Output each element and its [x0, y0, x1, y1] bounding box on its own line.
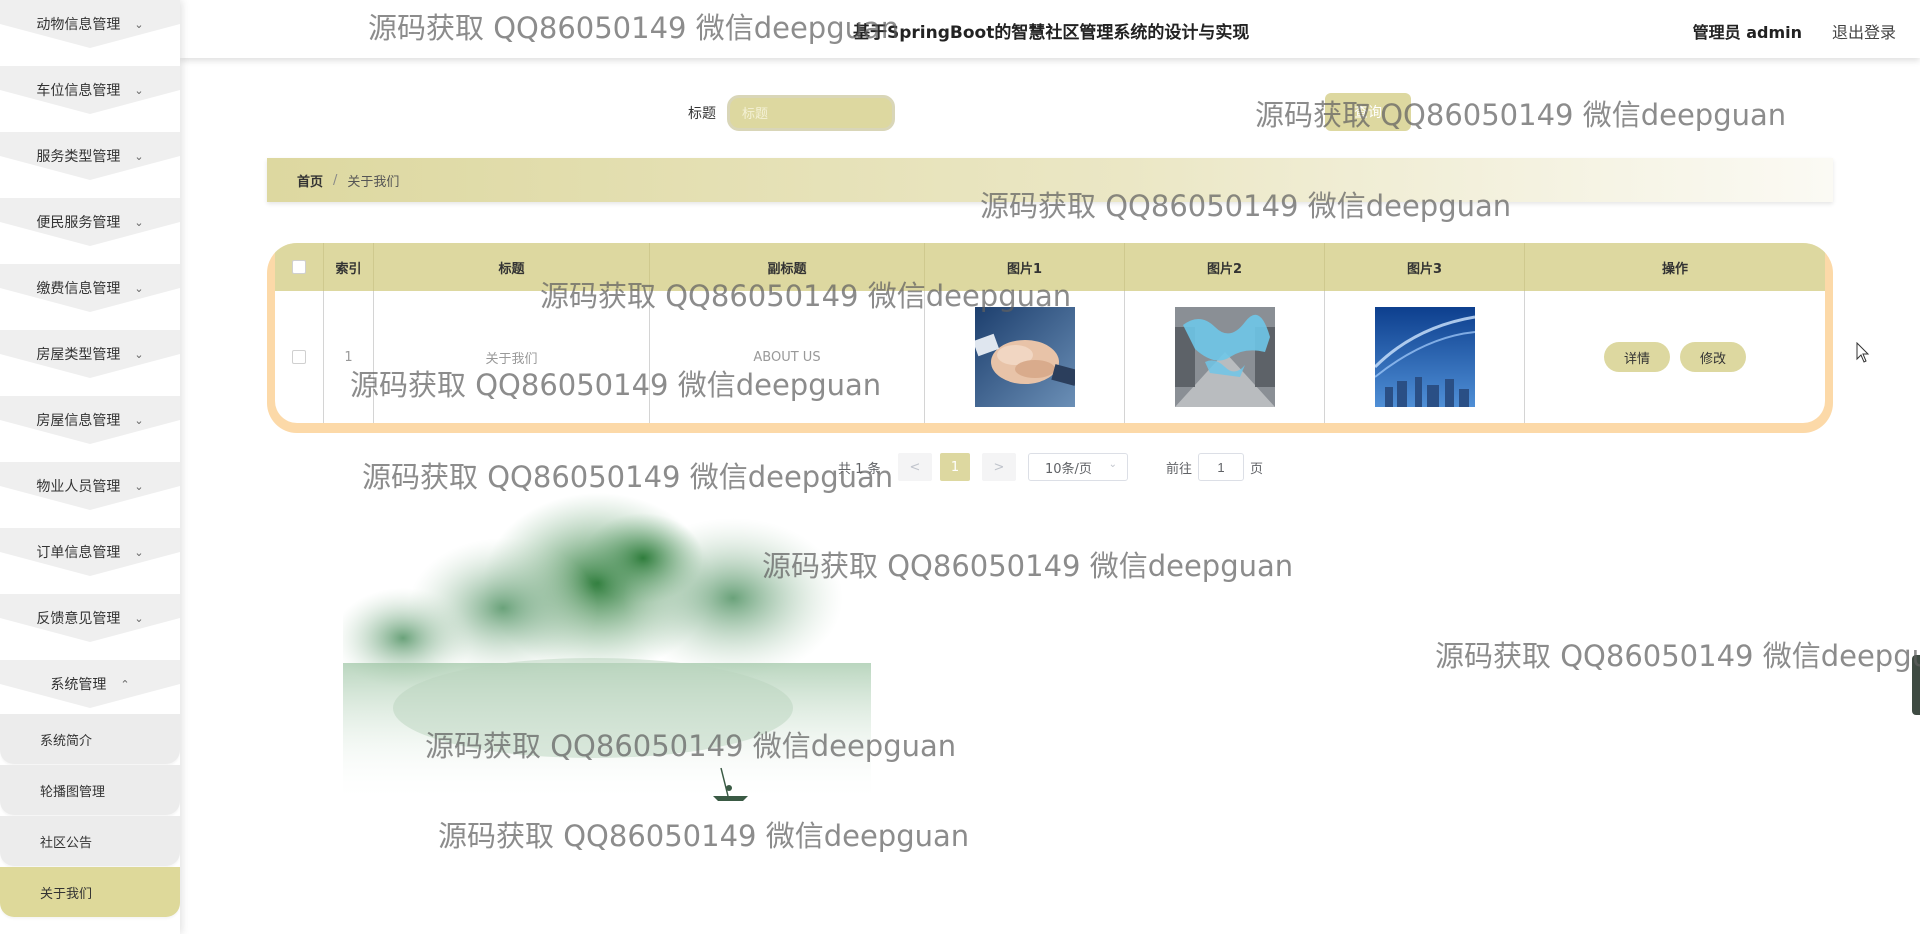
breadcrumb-home[interactable]: 首页 [297, 171, 323, 190]
submenu-item-label: 关于我们 [40, 886, 93, 902]
chevron-down-icon: ⌄ [134, 17, 144, 31]
menu-item-service-type[interactable]: 服务类型管理 ⌄ [0, 132, 180, 180]
current-user: 管理员 admin [1692, 23, 1802, 42]
menu-item-label: 缴费信息管理 [36, 281, 121, 297]
detail-button[interactable]: 详情 [1603, 342, 1670, 372]
watermark: 源码获取 QQ86050149 微信deepguan [438, 819, 970, 853]
menu-item-convenience-service[interactable]: 便民服务管理 ⌄ [0, 198, 180, 246]
submenu-item-about-us[interactable]: 关于我们 [0, 867, 180, 917]
menu-item-label: 物业人员管理 [36, 479, 121, 495]
search-label: 标题 [688, 106, 716, 122]
column-header-title: 标题 [373, 243, 649, 291]
search-input[interactable] [727, 95, 895, 131]
warehouse-map-image[interactable] [1174, 307, 1275, 407]
chevron-down-icon: ⌄ [134, 545, 144, 559]
column-header-index: 索引 [323, 243, 373, 291]
menu-item-house-info[interactable]: 房屋信息管理 ⌄ [0, 396, 180, 444]
column-header-subtitle: 副标题 [649, 243, 924, 291]
column-header-image3: 图片3 [1324, 243, 1524, 291]
cell-image3 [1324, 291, 1524, 423]
column-header-image1: 图片1 [924, 243, 1124, 291]
menu-item-label: 服务类型管理 [36, 149, 121, 165]
sidebar: 动物信息管理 ⌄ 车位信息管理 ⌄ 服务类型管理 ⌄ 便民服务管理 ⌄ 缴费信息… [0, 0, 180, 934]
page-size-value: 10条/页 [1045, 461, 1092, 477]
menu-item-system[interactable]: 系统管理 ⌃ [0, 660, 180, 708]
submenu-item-label: 轮播图管理 [40, 784, 106, 800]
submenu-item-announcement[interactable]: 社区公告 [0, 816, 180, 866]
menu-item-payment-info[interactable]: 缴费信息管理 ⌄ [0, 264, 180, 312]
menu-item-label: 系统管理 [50, 677, 107, 693]
pagination-goto: 前往 页 [1166, 453, 1263, 481]
breadcrumb-current: 关于我们 [347, 174, 400, 190]
watercolor-landscape-image [343, 493, 871, 803]
chevron-down-icon: ⌄ [134, 83, 144, 97]
pagination-page-1[interactable]: 1 [940, 453, 970, 481]
top-header: 基于SpringBoot的智慧社区管理系统的设计与实现 管理员 admin 退出… [180, 0, 1920, 58]
menu-item-label: 便民服务管理 [36, 215, 121, 231]
submenu-item-system-intro[interactable]: 系统简介 [0, 714, 180, 764]
menu-item-order-info[interactable]: 订单信息管理 ⌄ [0, 528, 180, 576]
chevron-down-icon: ⌄ [134, 281, 144, 295]
menu-item-label: 车位信息管理 [36, 83, 121, 99]
chevron-down-icon: ⌄ [134, 149, 144, 163]
column-header-image2: 图片2 [1124, 243, 1324, 291]
column-header-actions: 操作 [1524, 243, 1825, 291]
menu-item-feedback[interactable]: 反馈意见管理 ⌄ [0, 594, 180, 642]
table-body: 索引 标题 副标题 图片1 图片2 图片3 操作 1 关于我们 ABOUT US [275, 243, 1825, 423]
chevron-down-icon: ⌄ [134, 611, 144, 625]
city-skyline-image[interactable] [1374, 307, 1475, 407]
table-header: 索引 标题 副标题 图片1 图片2 图片3 操作 [275, 243, 1825, 291]
goto-page-input[interactable] [1198, 453, 1245, 481]
edit-button[interactable]: 修改 [1680, 342, 1747, 372]
menu-item-label: 房屋信息管理 [36, 413, 121, 429]
mouse-cursor-icon [1856, 342, 1870, 363]
row-select-cell [275, 291, 323, 423]
cell-actions: 详情 修改 [1524, 291, 1825, 423]
breadcrumb-separator: / [333, 172, 338, 188]
menu-item-animal-info[interactable]: 动物信息管理 ⌄ [0, 0, 180, 48]
select-all-cell [275, 243, 323, 291]
menu-item-house-type[interactable]: 房屋类型管理 ⌄ [0, 330, 180, 378]
menu-item-label: 房屋类型管理 [36, 347, 121, 363]
pagination-next-button[interactable]: > [982, 453, 1016, 481]
menu-item-parking-info[interactable]: 车位信息管理 ⌄ [0, 66, 180, 114]
submenu-item-label: 社区公告 [40, 835, 93, 851]
chevron-down-icon: ⌄ [1108, 459, 1117, 470]
menu-item-label: 动物信息管理 [36, 17, 121, 33]
search-button[interactable]: 查询 [1325, 93, 1411, 131]
menu-item-property-staff[interactable]: 物业人员管理 ⌄ [0, 462, 180, 510]
cell-subtitle: ABOUT US [649, 291, 924, 423]
pagination-prev-button[interactable]: < [898, 453, 932, 481]
chevron-down-icon: ⌄ [134, 347, 144, 361]
cell-index: 1 [323, 291, 373, 423]
logout-link[interactable]: 退出登录 [1832, 19, 1896, 43]
cell-title: 关于我们 [373, 291, 649, 423]
row-checkbox[interactable] [292, 350, 306, 364]
watermark: 源码获取 QQ86050149 微信deepguan [1435, 639, 1920, 673]
menu-item-label: 反馈意见管理 [36, 611, 121, 627]
chevron-down-icon: ⌄ [134, 215, 144, 229]
hands-teamwork-image[interactable] [974, 307, 1075, 407]
menu-item-label: 订单信息管理 [36, 545, 121, 561]
chevron-down-icon: ⌄ [134, 479, 144, 493]
chevron-down-icon: ⌄ [134, 413, 144, 427]
cell-image2 [1124, 291, 1324, 423]
breadcrumb: 首页 / 关于我们 [267, 158, 1833, 202]
goto-label: 前往 [1166, 461, 1193, 477]
submenu-item-label: 系统简介 [40, 733, 93, 749]
side-drawer-handle[interactable] [1912, 655, 1920, 715]
app-title: 基于SpringBoot的智慧社区管理系统的设计与实现 [853, 23, 1250, 43]
data-table: 索引 标题 副标题 图片1 图片2 图片3 操作 1 关于我们 ABOUT US [267, 243, 1833, 433]
select-all-checkbox[interactable] [292, 260, 306, 274]
submenu-item-carousel[interactable]: 轮播图管理 [0, 765, 180, 815]
cell-image1 [924, 291, 1124, 423]
pagination-total: 共 1 条 [838, 461, 881, 477]
chevron-up-icon: ⌃ [120, 677, 130, 691]
goto-unit: 页 [1250, 461, 1264, 477]
page-size-select[interactable]: 10条/页 ⌄ [1028, 453, 1128, 481]
